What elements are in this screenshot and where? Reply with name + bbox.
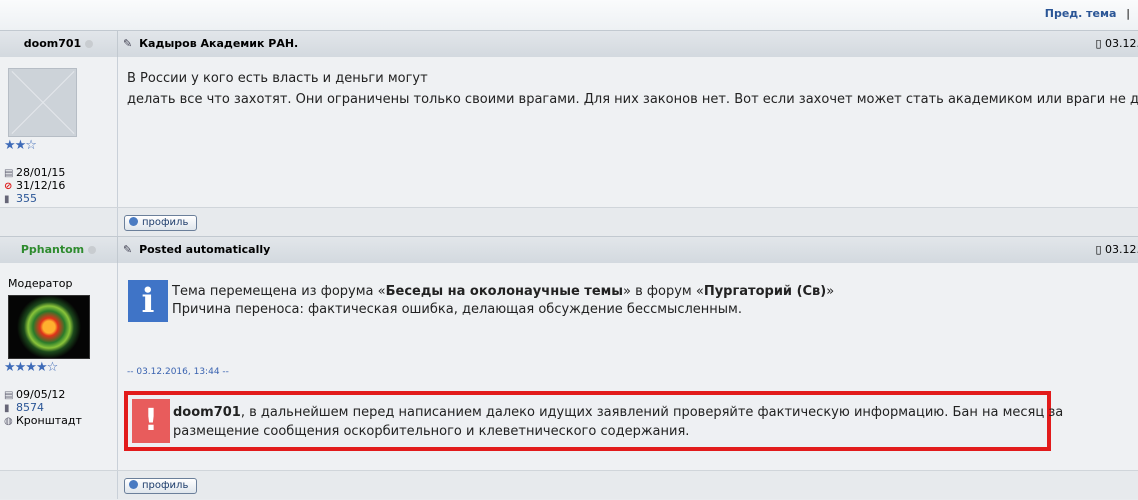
rank-stars: ★★☆	[4, 138, 37, 153]
calendar-icon: ▤	[4, 168, 14, 179]
post-text: В России у кого есть власть и деньги мог…	[127, 71, 1138, 107]
calendar-icon: ▤	[4, 390, 14, 401]
profile-icon	[129, 217, 138, 226]
move-notice: Тема перемещена из форума «Беседы на око…	[172, 284, 835, 317]
post-subject: Кадыров Академик РАН.	[139, 37, 299, 50]
globe-icon: ◍	[4, 416, 13, 427]
profile-button[interactable]: профиль	[124, 478, 198, 494]
post-link-icon[interactable]: ▯	[1095, 37, 1101, 50]
offline-status-icon	[85, 40, 94, 48]
post-footer: профиль	[0, 207, 1138, 236]
post-footer: профиль	[0, 470, 1138, 499]
posts-icon: ▮	[4, 403, 10, 414]
post-header: doom701 ✎ Кадыров Академик РАН. ▯ 03.12.	[0, 30, 1138, 58]
edit-icon: ✎	[123, 37, 133, 50]
warning-text: doom701, в дальнейшем перед написанием д…	[173, 405, 1064, 439]
user-location: ◍ Кронштадт	[4, 414, 82, 427]
moderator-warning: ! doom701, в дальнейшем перед написанием…	[124, 391, 1063, 451]
post-subject: Posted automatically	[139, 243, 271, 256]
profile-icon	[129, 480, 138, 489]
post-count: ▮ 8574	[4, 401, 44, 414]
forum-from[interactable]: Беседы на околонаучные темы	[386, 284, 623, 299]
edit-icon: ✎	[123, 243, 133, 256]
edit-timestamp: -- 03.12.2016, 13:44 --	[127, 367, 229, 377]
user-role: Модератор	[8, 277, 73, 290]
post-author[interactable]: doom701	[24, 37, 81, 50]
post-body: Модератор ★★★★☆ ▤ 09/05/12 ▮ 8574 ◍ Кроншта…	[0, 263, 1138, 470]
rank-stars: ★★★★☆	[4, 360, 58, 375]
post-author[interactable]: Pphantom	[21, 243, 84, 256]
post-body: ★★☆ ▤ 28/01/15 ⊘ 31/12/16 ▮ 355 В России у …	[0, 57, 1138, 207]
post-date: 03.12.	[1105, 243, 1138, 256]
post-link-icon[interactable]: ▯	[1095, 243, 1101, 256]
ban-date: ⊘ 31/12/16	[4, 179, 66, 192]
exclamation-icon: !	[132, 399, 170, 443]
post-count: ▮ 355	[4, 192, 37, 205]
prev-topic-link[interactable]: Пред. тема	[1045, 7, 1117, 20]
reg-date: ▤ 09/05/12	[4, 388, 66, 401]
posts-icon: ▮	[4, 194, 10, 205]
avatar-placeholder	[8, 68, 77, 137]
avatar-nebula	[8, 295, 90, 359]
nav-separator: |	[1126, 7, 1130, 20]
reg-date: ▤ 28/01/15	[4, 166, 66, 179]
forum-to[interactable]: Пургаторий (Св)	[704, 284, 826, 299]
warned-user[interactable]: doom701	[173, 405, 241, 420]
info-icon: i	[128, 280, 168, 322]
topic-navbar: Пред. тема |	[0, 0, 1138, 31]
post-date: 03.12.	[1105, 37, 1138, 50]
ban-icon: ⊘	[4, 181, 13, 192]
post-header: Pphantom ✎ Posted automatically ▯ 03.12.	[0, 236, 1138, 264]
offline-status-icon	[88, 246, 97, 254]
profile-button[interactable]: профиль	[124, 215, 198, 231]
